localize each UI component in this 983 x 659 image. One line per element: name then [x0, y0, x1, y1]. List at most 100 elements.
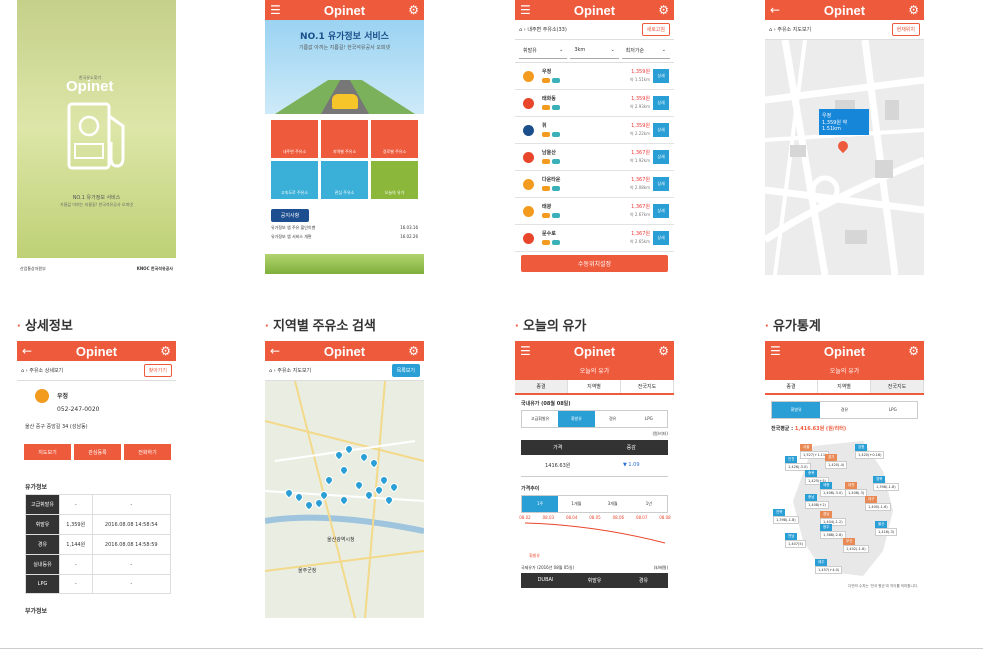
- period-1y[interactable]: 1년: [631, 496, 667, 512]
- navigate-button[interactable]: 찾아가기: [143, 364, 172, 377]
- list-item[interactable]: 휘 1,359원 약 2.22km 상세: [515, 117, 674, 144]
- detail-button[interactable]: 상세: [653, 204, 669, 218]
- table-cell: -: [59, 494, 93, 515]
- gear-icon[interactable]: ⚙: [908, 2, 919, 18]
- table-cell: 1,144원: [59, 534, 93, 555]
- region-badge[interactable]: 경북 1,398(-1.8): [873, 476, 899, 491]
- call-button[interactable]: 전화하기: [124, 444, 171, 460]
- home-icon[interactable]: ⌂ ›: [21, 368, 29, 374]
- tile-nearby[interactable]: 내주변 주유소: [271, 120, 318, 158]
- gear-icon[interactable]: ⚙: [408, 343, 419, 359]
- region-name: 울산: [875, 521, 888, 528]
- region-badge[interactable]: 대구 1,400(-1.6): [865, 496, 891, 511]
- list-view-button[interactable]: 목록보기: [391, 364, 420, 377]
- city-label: 울산광역시청: [327, 537, 355, 543]
- region-badge[interactable]: 제주 1,457(+4.0): [815, 559, 843, 574]
- knoc-logo: KNOC 한국석유공사: [136, 266, 173, 271]
- table-cell: -: [91, 554, 172, 575]
- station-list: 우정 1,359원 약 1.51km 상세 태화동 1,359원 약 2.93km 상세 휘 1,…: [515, 63, 674, 252]
- back-arrow-icon[interactable]: ←: [22, 343, 32, 359]
- region-badge[interactable]: 울산 1,416(-3): [875, 521, 898, 536]
- bottom-divider: [0, 648, 983, 649]
- table-row: 고급휘발유 - -: [25, 494, 172, 515]
- fuel-tab-diesel[interactable]: 경유: [595, 411, 631, 427]
- fuel-tab-gasoline[interactable]: 휘발유: [772, 402, 821, 418]
- region-value: 1,406(-3): [845, 489, 868, 497]
- region-badge[interactable]: 부산 1,402(-1.6): [843, 538, 869, 553]
- tab-map[interactable]: 전국지도: [621, 380, 674, 393]
- sort-select[interactable]: 최저가순 ⌄: [621, 43, 670, 59]
- list-item[interactable]: 우정 1,359원 약 1.51km 상세: [515, 63, 674, 90]
- tab-summary[interactable]: 종결: [515, 380, 568, 393]
- tile-highway[interactable]: 고속도로 주유소: [271, 161, 318, 199]
- detail-button[interactable]: 상세: [653, 69, 669, 83]
- station-badge: [552, 213, 560, 218]
- home-icon[interactable]: ⌂ ›: [519, 27, 527, 33]
- region-value: 1,420(+0.16): [855, 451, 885, 459]
- fuel-tab-gasoline[interactable]: 휘발유: [558, 411, 595, 427]
- gear-icon[interactable]: ⚙: [908, 343, 919, 359]
- period-3m[interactable]: 3개월: [595, 496, 631, 512]
- fuel-select[interactable]: 휘발유 ⌄: [519, 43, 568, 59]
- region-badge[interactable]: 광주 1,388(-2.8): [820, 524, 846, 539]
- menu-icon[interactable]: ☰: [770, 343, 781, 359]
- detail-button[interactable]: 상세: [653, 150, 669, 164]
- view-map-button[interactable]: 지도보기: [24, 444, 71, 460]
- region-badge[interactable]: 전북 1,398(-1.8): [773, 509, 799, 524]
- gear-icon[interactable]: ⚙: [160, 343, 171, 359]
- notice-button[interactable]: 공지사항: [271, 209, 309, 222]
- list-item[interactable]: 다운타운 1,367원 약 2.08km 상세: [515, 171, 674, 198]
- station-phone[interactable]: 052-247-0020: [57, 406, 100, 413]
- detail-button[interactable]: 상세: [653, 96, 669, 110]
- tab-map[interactable]: 전국지도: [871, 380, 924, 393]
- manual-location-button[interactable]: 수동위치설정: [521, 255, 668, 272]
- region-badge[interactable]: 전남 1,407(5): [785, 533, 806, 548]
- fuel-tab-premium[interactable]: 고급휘발유: [522, 411, 558, 427]
- detail-button[interactable]: 상세: [653, 231, 669, 245]
- stats-screen: ☰ Opinet ⚙ 오늘의 유가 종결 지역별 전국지도 휘발유 경유 LPG 전국평…: [765, 341, 924, 591]
- home-icon[interactable]: ⌂ ›: [269, 368, 277, 374]
- region-badge[interactable]: 인천 1,426(-3.0): [785, 456, 811, 471]
- list-item[interactable]: 태화동 1,359원 약 2.93km 상세: [515, 90, 674, 117]
- table-cell: -: [91, 494, 172, 515]
- region-badge[interactable]: 충남 1,408(+2): [805, 494, 829, 509]
- list-item[interactable]: 태광 1,367원 약 2.67km 상세: [515, 198, 674, 225]
- splash-subtagline: 가름값 아끼는 지름길! 한국석유공사 오피넷: [60, 202, 133, 207]
- region-badge[interactable]: 강원 1,420(+0.16): [855, 444, 885, 459]
- home-icon[interactable]: ⌂ ›: [769, 27, 777, 33]
- notice-item[interactable]: 유가정보 앱 주유 할인이벤 16.03.16: [265, 222, 424, 231]
- tab-region[interactable]: 지역별: [568, 380, 621, 393]
- tile-today[interactable]: 오늘의 유가: [371, 161, 418, 199]
- detail-button[interactable]: 상세: [653, 177, 669, 191]
- list-item[interactable]: 문수로 1,367원 약 2.65km 상세: [515, 225, 674, 252]
- radius-select[interactable]: 3km ⌄: [570, 43, 619, 59]
- menu-icon[interactable]: ☰: [520, 2, 531, 18]
- tile-region[interactable]: 지역별 주유소: [321, 120, 368, 158]
- region-badge[interactable]: 경기 1,420(-4): [825, 454, 848, 469]
- gear-icon[interactable]: ⚙: [658, 343, 669, 359]
- back-arrow-icon[interactable]: ←: [770, 2, 780, 18]
- tab-region[interactable]: 지역별: [818, 380, 871, 393]
- fuel-tab-lpg[interactable]: LPG: [631, 411, 667, 427]
- add-favorite-button[interactable]: 관심등록: [74, 444, 121, 460]
- period-1m[interactable]: 1개월: [558, 496, 594, 512]
- region-badge[interactable]: 대전 1,406(-3): [845, 482, 868, 497]
- period-1w[interactable]: 1주: [522, 496, 559, 512]
- gear-icon[interactable]: ⚙: [658, 2, 669, 18]
- list-item[interactable]: 남울산 1,367원 약 1.92km 상세: [515, 144, 674, 171]
- detail-button[interactable]: 상세: [653, 123, 669, 137]
- station-name: 태광: [542, 204, 552, 210]
- tab-summary[interactable]: 종결: [765, 380, 818, 393]
- notice-item[interactable]: 유가정보 앱 서비스 개편 16.02.26: [265, 231, 424, 240]
- fuel-tab-lpg[interactable]: LPG: [869, 402, 917, 418]
- gear-icon[interactable]: ⚙: [408, 2, 419, 18]
- menu-icon[interactable]: ☰: [520, 343, 531, 359]
- fuel-tab-diesel[interactable]: 경유: [820, 402, 868, 418]
- menu-icon[interactable]: ☰: [270, 2, 281, 18]
- refresh-button[interactable]: 새로고침: [641, 23, 670, 36]
- back-arrow-icon[interactable]: ←: [270, 343, 280, 359]
- current-location-button[interactable]: 현재위치: [891, 23, 920, 36]
- tile-route[interactable]: 경로별 주유소: [371, 120, 418, 158]
- tile-favorite[interactable]: 관심 주유소: [321, 161, 368, 199]
- station-popup[interactable]: 우정 1,359원 약 1.51km: [819, 109, 869, 135]
